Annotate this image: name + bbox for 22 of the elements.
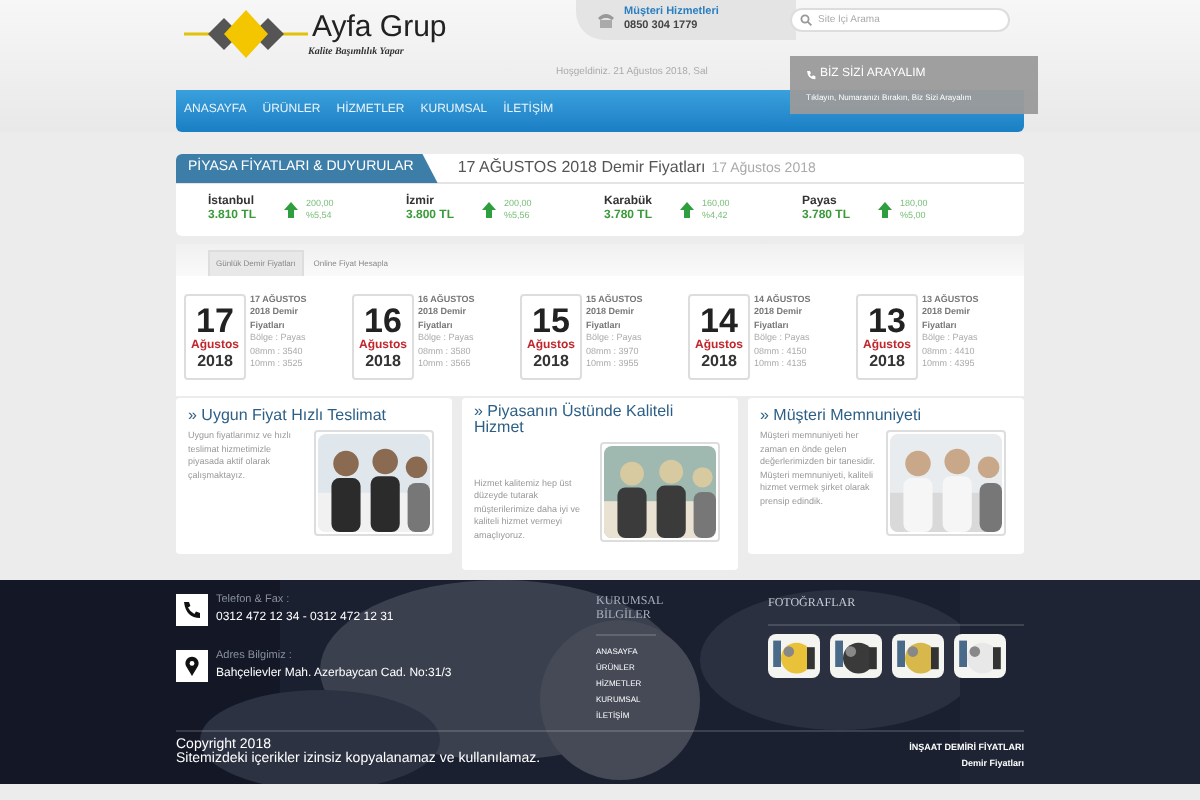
up-arrow-icon <box>482 201 496 217</box>
phone-icon <box>806 70 816 80</box>
up-arrow-icon <box>680 201 694 217</box>
year-text: 2018 <box>197 353 233 369</box>
up-arrow-icon <box>878 201 892 217</box>
search-icon <box>800 14 812 26</box>
day-number: 17 <box>196 303 234 337</box>
feature-title: » Piyasanın Üstünde Kaliteli Hizmet <box>474 404 676 436</box>
year-text: 2018 <box>869 353 905 369</box>
up-arrow-icon <box>284 201 298 217</box>
feature-title: » Uygun Fiyat Hızlı Teslimat <box>188 408 388 424</box>
day-number: 15 <box>532 303 570 337</box>
feature-title: » Müşteri Memnuniyeti <box>760 408 923 424</box>
logo-text: Ayfa Grup <box>312 11 447 41</box>
day-number: 16 <box>364 303 402 337</box>
year-text: 2018 <box>701 353 737 369</box>
year-text: 2018 <box>365 353 401 369</box>
day-number: 14 <box>700 303 738 337</box>
phone-icon <box>596 12 616 28</box>
news-title: 17 AĞUSTOS 2018 Demir Fiyatları <box>457 155 706 180</box>
year-text: 2018 <box>533 353 569 369</box>
day-number: 13 <box>868 303 906 337</box>
